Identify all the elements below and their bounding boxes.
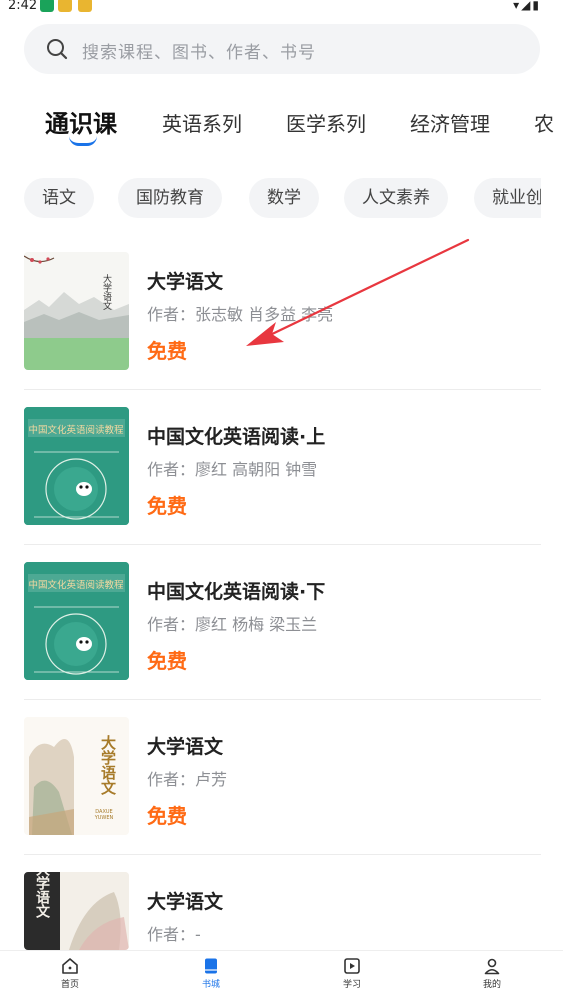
tab-general[interactable]: 通识课 (45, 104, 117, 139)
search-icon (47, 39, 68, 60)
book-item[interactable]: 大学语文 DAXUE YUWEN 大学语文 作者：卢芳 免费 (24, 700, 541, 855)
nav-home[interactable]: 首页 (30, 957, 110, 990)
play-icon (344, 958, 360, 974)
nav-learning[interactable]: 学习 (312, 957, 392, 990)
landscape-cover-art: 大学语文 (24, 252, 129, 370)
cover-title-text: 中国文化英语阅读教程 (28, 424, 124, 436)
tab-english[interactable]: 英语系列 (162, 108, 242, 137)
cover-title-text: 大学语文 (99, 734, 117, 796)
nav-mine-label: 我的 (482, 980, 501, 990)
chip-humanities[interactable]: 人文素养 (344, 178, 448, 218)
book-cover: 大学语文 (24, 872, 129, 950)
book-title: 中国文化英语阅读·下 (147, 581, 326, 603)
app-notification-icon (78, 0, 92, 12)
bottom-nav: 首页 书城 学习 我的 (0, 950, 563, 991)
user-icon (484, 958, 500, 975)
book-author: 作者：张志敏 肖多益 李亮 (147, 305, 334, 324)
book-icon (205, 958, 217, 974)
status-bar: 2:42 ▾◢▮ (0, 0, 563, 14)
green-panda-cover-art: 中国文化英语阅读教程 (24, 407, 129, 525)
book-cover: 大学语文 DAXUE YUWEN (24, 717, 129, 835)
book-title: 大学语文 (147, 891, 224, 913)
book-author: 作者：- (147, 925, 201, 944)
cover-title-text: 大学语文 (34, 872, 50, 919)
cover-title-text: 大学语文 (101, 273, 112, 311)
book-title: 大学语文 (147, 736, 224, 758)
subcategory-chips: 语文 国防教育 数学 人文素养 就业创 (0, 178, 541, 220)
book-cover: 大学语文 (24, 252, 129, 370)
chip-chinese[interactable]: 语文 (24, 178, 94, 218)
book-author: 作者：廖红 高朝阳 钟雪 (147, 460, 318, 479)
home-icon (62, 958, 78, 974)
category-tabs: 通识课 英语系列 医学系列 经济管理 农 (0, 100, 563, 156)
chip-employment[interactable]: 就业创 (474, 178, 541, 218)
nav-mine[interactable]: 我的 (452, 957, 532, 990)
active-tab-indicator (69, 136, 97, 146)
book-price: 免费 (147, 804, 187, 828)
status-time: 2:42 (8, 0, 38, 13)
app-notification-icon (40, 0, 54, 12)
book-price: 免费 (147, 494, 187, 518)
chip-math[interactable]: 数学 (249, 178, 319, 218)
book-author: 作者：卢芳 (147, 770, 228, 789)
ink-painting-cover-art: 大学语文 DAXUE YUWEN (24, 717, 129, 835)
book-author: 作者：廖红 杨梅 梁玉兰 (147, 615, 318, 634)
tab-agriculture[interactable]: 农 (534, 108, 554, 137)
cover-subtitle-text: YUWEN (94, 815, 114, 821)
nav-bookstore[interactable]: 书城 (171, 957, 251, 990)
nav-home-label: 首页 (60, 980, 79, 990)
tab-medical[interactable]: 医学系列 (286, 108, 366, 137)
book-item[interactable]: 大学语文 大学语文 作者：张志敏 肖多益 李亮 免费 (24, 235, 541, 390)
nav-learning-label: 学习 (342, 980, 361, 990)
book-cover: 中国文化英语阅读教程 (24, 562, 129, 680)
book-price: 免费 (147, 339, 187, 363)
book-cover: 中国文化英语阅读教程 (24, 407, 129, 525)
book-title: 中国文化英语阅读·上 (147, 426, 326, 448)
search-bar[interactable]: 搜索课程、图书、作者、书号 (24, 24, 540, 74)
book-price: 免费 (147, 649, 187, 673)
book-title: 大学语文 (147, 271, 224, 293)
cover-title-text: 中国文化英语阅读教程 (28, 579, 124, 591)
book-item[interactable]: 中国文化英语阅读教程 中国文化英语阅读·下 作者：廖红 杨梅 梁玉兰 免费 (24, 545, 541, 700)
calligraphy-cover-art: 大学语文 (24, 872, 129, 950)
search-input[interactable]: 搜索课程、图书、作者、书号 (82, 38, 316, 63)
chip-defense[interactable]: 国防教育 (118, 178, 222, 218)
green-panda-cover-art: 中国文化英语阅读教程 (24, 562, 129, 680)
status-icons: ▾◢▮ (513, 0, 541, 12)
nav-bookstore-label: 书城 (201, 980, 220, 990)
tab-economics[interactable]: 经济管理 (410, 108, 490, 137)
book-item[interactable]: 中国文化英语阅读教程 中国文化英语阅读·上 作者：廖红 高朝阳 钟雪 免费 (24, 390, 541, 545)
app-notification-icon (58, 0, 72, 12)
